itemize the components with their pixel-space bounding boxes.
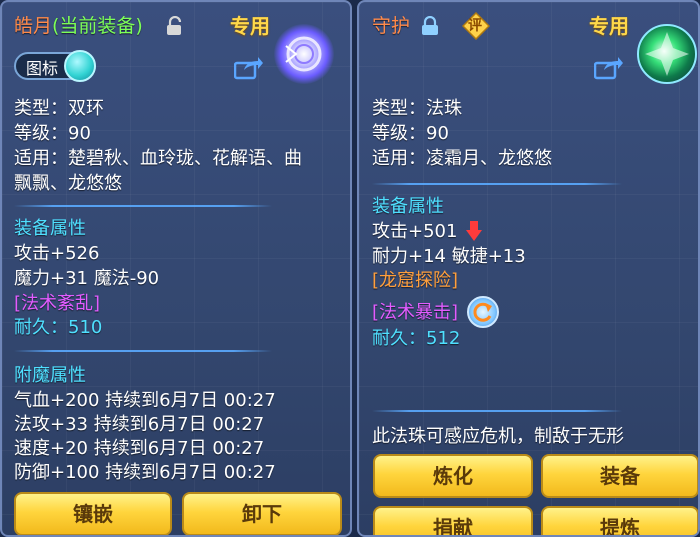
orb-icon[interactable]	[637, 24, 697, 84]
donate-button[interactable]: 捐献	[373, 506, 533, 535]
share-icon[interactable]	[593, 56, 624, 80]
dungeon-tag: [龙窟探险]	[372, 270, 459, 291]
enchant-line: 法攻+33 持续到6月7日 00:27	[14, 414, 265, 435]
divider	[14, 205, 272, 207]
attack-stat: 攻击+526	[14, 243, 100, 264]
refine-button[interactable]: 炼化	[373, 454, 533, 498]
enchant-line: 速度+20 持续到6月7日 00:27	[14, 438, 265, 459]
item-level: 等级：90	[14, 123, 91, 144]
lock-icon[interactable]	[421, 15, 439, 36]
review-badge-label: 评	[468, 18, 482, 34]
exclusive-tag: 专用	[230, 14, 270, 38]
enchant-line: 气血+200 持续到6月7日 00:27	[14, 390, 276, 411]
divider	[372, 183, 622, 185]
item-level: 等级：90	[372, 123, 449, 144]
durability-label: 耐久：	[372, 328, 426, 349]
enchant-attr-title: 附魔属性	[14, 365, 86, 386]
item-name: 守护	[372, 15, 411, 37]
durability-value: 512	[426, 328, 461, 349]
durability: 耐久：512	[372, 327, 460, 351]
equip-attr-title: 装备属性	[14, 218, 86, 239]
ring-weapon-icon[interactable]	[274, 24, 334, 84]
unlock-icon[interactable]	[166, 15, 184, 36]
item-description: 此法珠可感应危机，制敌于无形	[372, 426, 624, 447]
inlay-button[interactable]: 镶嵌	[14, 492, 172, 535]
special-skill: [法术暴击]	[372, 302, 459, 323]
magic-stat: 魔力+31 魔法-90	[14, 268, 160, 289]
current-equip-status: (当前装备)	[52, 15, 143, 37]
equip-attr-title: 装备属性	[372, 196, 444, 217]
special-skill: [法术紊乱]	[14, 293, 101, 314]
refresh-icon[interactable]	[467, 296, 499, 328]
divider	[14, 350, 272, 352]
durability-label: 耐久：	[14, 317, 68, 338]
attack-stat: 攻击+501	[372, 221, 458, 242]
divider	[372, 410, 622, 412]
extract-button[interactable]: 提炼	[541, 506, 698, 535]
icon-toggle[interactable]: 图标	[14, 50, 96, 82]
share-icon[interactable]	[233, 56, 264, 80]
exclusive-tag: 专用	[589, 14, 629, 38]
item-suitable: 适用：凌霜月、龙悠悠	[372, 148, 552, 169]
left-item-panel: 皓月(当前装备) 专用 图标 类型：双环 等级：90 适用：楚碧秋、血玲珑、花解…	[0, 0, 352, 537]
unload-button[interactable]: 卸下	[182, 492, 342, 535]
review-badge[interactable]: 评	[461, 11, 491, 41]
equip-button[interactable]: 装备	[541, 454, 698, 498]
stamina-agility-stat: 耐力+14 敏捷+13	[372, 246, 526, 267]
arrow-down-icon	[465, 220, 483, 242]
durability-value: 510	[68, 317, 103, 338]
enchant-line: 防御+100 持续到6月7日 00:27	[14, 462, 276, 483]
right-item-panel: 守护 评 专用 类型：法珠 等级：90 适用：凌霜月、龙悠悠 装备属性 攻击+5…	[357, 0, 700, 537]
icon-toggle-label: 图标	[26, 59, 59, 78]
item-type: 类型：双环	[14, 98, 104, 119]
durability: 耐久：510	[14, 316, 102, 340]
toggle-knob[interactable]	[64, 50, 96, 82]
item-suitable-line-2: 飘飘、龙悠悠	[14, 173, 122, 194]
item-name: 皓月	[14, 15, 53, 37]
item-title: 皓月(当前装备)	[14, 14, 143, 38]
item-suitable-line-1: 适用：楚碧秋、血玲珑、花解语、曲	[14, 148, 302, 169]
item-type: 类型：法珠	[372, 98, 462, 119]
